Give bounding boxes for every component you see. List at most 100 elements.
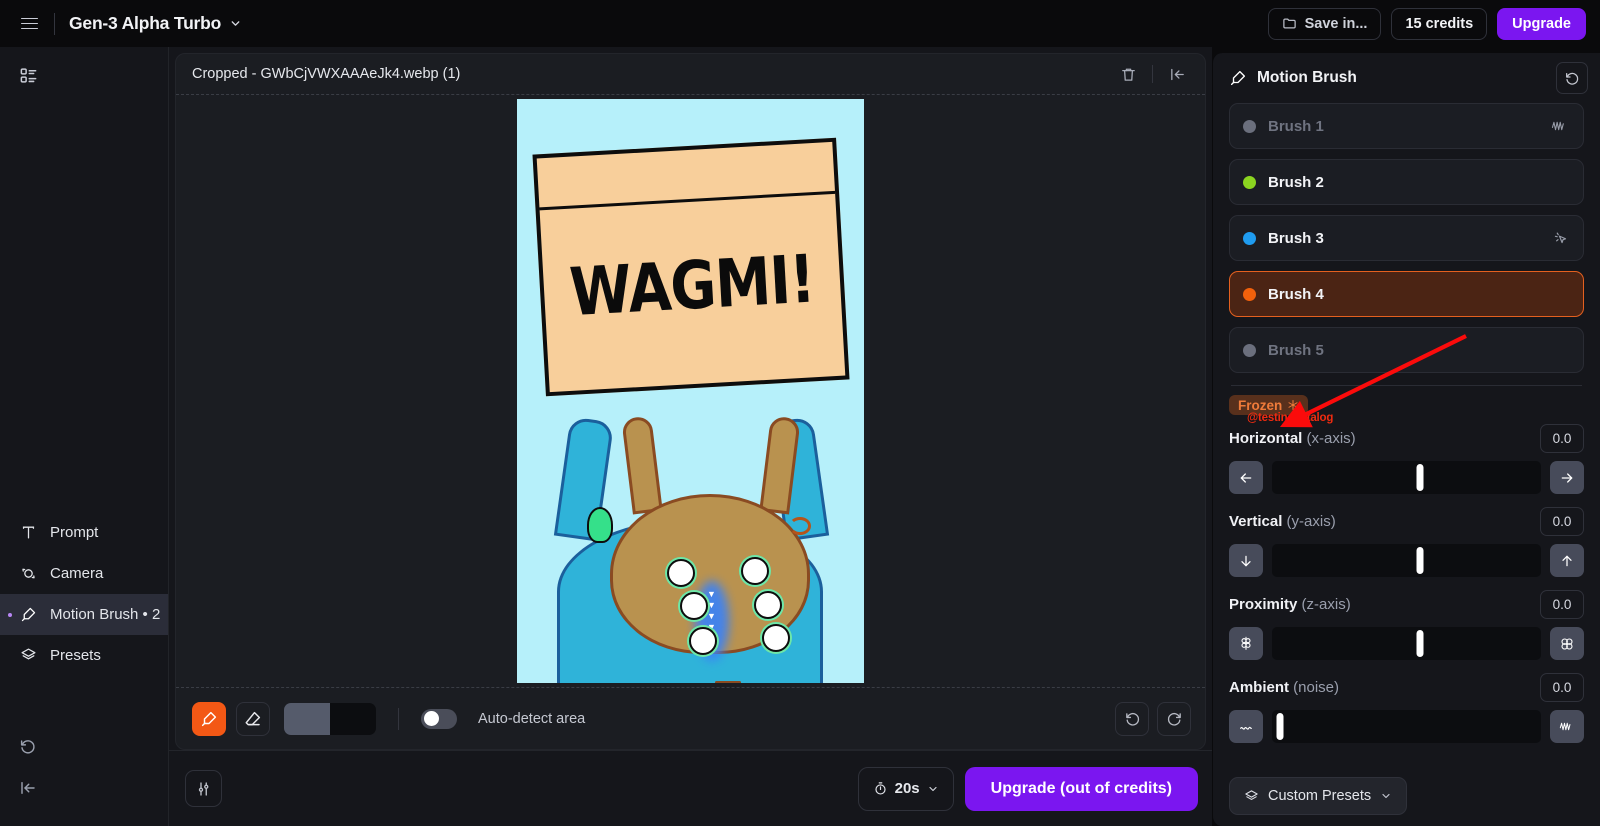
brush-mask-dot <box>754 591 782 619</box>
custom-presets-button[interactable]: Custom Presets <box>1229 777 1408 815</box>
sliders-icon[interactable] <box>185 770 222 807</box>
redo-icon[interactable] <box>1157 701 1191 736</box>
slider-track[interactable] <box>1272 544 1541 577</box>
trash-icon[interactable] <box>1114 60 1142 88</box>
slider-name: Vertical <box>1229 512 1283 530</box>
slider-horizontal: Horizontal (x-axis) 0.0 <box>1229 423 1584 494</box>
brush-color-dot <box>1243 119 1256 133</box>
sidebar-item-label: Prompt <box>50 524 99 541</box>
collapse-panel-icon[interactable] <box>1163 60 1191 88</box>
slider-value[interactable]: 0.0 <box>1540 506 1584 536</box>
slider-header: Vertical (y-axis) 0.0 <box>1229 506 1584 536</box>
sidebar-item-camera[interactable]: Camera <box>0 553 168 594</box>
slider-value[interactable]: 0.0 <box>1540 672 1584 702</box>
brush-row-5[interactable]: Brush 5 <box>1229 327 1584 373</box>
slider-row <box>1229 627 1584 660</box>
slider-track[interactable] <box>1272 627 1541 660</box>
center-column: Cropped - GWbCjVWXAAAeJk4.webp (1) ▼ ▼ ▼… <box>169 47 1212 826</box>
zoom-out-icon[interactable] <box>1229 627 1263 660</box>
canvas-panel: Cropped - GWbCjVWXAAAeJk4.webp (1) ▼ ▼ ▼… <box>175 53 1206 750</box>
motion-brush-panel: Motion Brush Brush 1 Brush 2 Brush 3 Bru… <box>1212 53 1600 826</box>
toolbar-history <box>1115 701 1191 736</box>
sidebar-item-motion-brush[interactable]: Motion Brush • 2 <box>0 594 168 635</box>
canvas-header-actions <box>1114 60 1191 88</box>
slider-track[interactable] <box>1272 710 1541 743</box>
slider-value[interactable]: 0.0 <box>1540 589 1584 619</box>
slider-thumb[interactable] <box>1416 547 1424 574</box>
slider-header: Horizontal (x-axis) 0.0 <box>1229 423 1584 453</box>
sidebar-item-label: Motion Brush • 2 <box>50 606 161 623</box>
slider-sub: (y-axis) <box>1286 512 1336 530</box>
model-selector[interactable]: Gen-3 Alpha Turbo <box>69 13 242 34</box>
slider-thumb[interactable] <box>1276 713 1284 740</box>
history-undo-icon[interactable] <box>12 730 44 762</box>
undo-icon[interactable] <box>1115 701 1149 736</box>
paint-brush-icon <box>1229 69 1247 87</box>
save-in-label: Save in... <box>1304 15 1368 32</box>
brush-size-fill <box>284 702 330 735</box>
collapse-left-icon[interactable] <box>12 772 44 804</box>
brush-size-slider[interactable] <box>284 702 376 735</box>
slider-thumb[interactable] <box>1416 464 1424 491</box>
custom-presets-label: Custom Presets <box>1268 788 1372 804</box>
brush-row-3[interactable]: Brush 3 <box>1229 215 1584 261</box>
waveform-icon[interactable] <box>1551 118 1570 134</box>
sign-board: WAGMI! <box>532 137 850 397</box>
save-in-button[interactable]: Save in... <box>1267 7 1382 40</box>
duration-label: 20s <box>894 780 920 797</box>
character-mouth <box>715 681 741 683</box>
eraser-tool-button[interactable] <box>236 701 270 736</box>
canvas-toolbar: Auto-detect area <box>176 687 1205 749</box>
source-image[interactable]: ▼▼▼▼▼▼ WAGMI! <box>517 99 864 683</box>
arrow-right-icon[interactable] <box>1550 461 1584 494</box>
brush-row-4[interactable]: Brush 4 <box>1229 271 1584 317</box>
brush-mask-dot <box>680 592 708 620</box>
brush-tool-button[interactable] <box>192 701 226 736</box>
ambient-icon[interactable] <box>1229 710 1263 743</box>
slider-value[interactable]: 0.0 <box>1540 423 1584 453</box>
slider-sub: (x-axis) <box>1306 429 1356 447</box>
left-sidebar: Prompt Camera Motion Brush • 2 Presets <box>0 47 169 826</box>
app-root: Gen-3 Alpha Turbo Save in... 15 credits … <box>0 0 1600 826</box>
slider-header: Ambient (noise) 0.0 <box>1229 672 1584 702</box>
slider-ambient: Ambient (noise) 0.0 <box>1229 672 1584 743</box>
sidebar-item-prompt[interactable]: Prompt <box>0 512 168 553</box>
model-name-label: Gen-3 Alpha Turbo <box>69 13 222 33</box>
zoom-in-icon[interactable] <box>1550 627 1584 660</box>
frozen-state: Frozen @testingcatalog <box>1229 395 1584 424</box>
upgrade-button[interactable]: Upgrade <box>1497 7 1586 40</box>
sidebar-item-presets[interactable]: Presets <box>0 635 168 676</box>
arrow-down-icon[interactable] <box>1229 544 1263 577</box>
cursor-click-icon[interactable] <box>1552 229 1570 247</box>
slider-row <box>1229 461 1584 494</box>
app-body: Prompt Camera Motion Brush • 2 Presets C… <box>0 47 1600 826</box>
panel-header: Motion Brush <box>1213 53 1600 103</box>
hamburger-icon[interactable] <box>12 7 46 41</box>
frozen-label: Frozen <box>1238 397 1283 413</box>
waveform-icon[interactable] <box>1550 710 1584 743</box>
brush-mask-green <box>587 507 613 543</box>
duration-button[interactable]: 20s <box>857 766 954 811</box>
auto-detect-toggle[interactable] <box>421 708 457 729</box>
active-dot-icon <box>8 612 12 617</box>
brush-color-dot <box>1243 343 1256 357</box>
canvas-stage[interactable]: ▼▼▼▼▼▼ WAGMI! <box>176 94 1205 687</box>
arrow-up-icon[interactable] <box>1550 544 1584 577</box>
bottom-bar-actions: 20s Upgrade (out of credits) <box>857 766 1198 811</box>
brush-row-1[interactable]: Brush 1 <box>1229 103 1584 149</box>
generate-button[interactable]: Upgrade (out of credits) <box>964 766 1198 811</box>
camera-orbit-icon <box>20 565 37 582</box>
arrow-left-icon[interactable] <box>1229 461 1263 494</box>
layout-list-icon[interactable] <box>12 59 44 91</box>
brush-color-dot <box>1243 175 1256 189</box>
brush-mask-dot <box>689 627 717 655</box>
watermark-label: @testingcatalog <box>1247 412 1334 424</box>
credits-button[interactable]: 15 credits <box>1391 7 1488 40</box>
brush-row-2[interactable]: Brush 2 <box>1229 159 1584 205</box>
brush-mask-orange <box>789 517 811 535</box>
slider-track[interactable] <box>1272 461 1541 494</box>
header-divider <box>1152 65 1153 83</box>
sidebar-bottom <box>12 730 44 814</box>
slider-thumb[interactable] <box>1416 630 1424 657</box>
reset-icon[interactable] <box>1556 62 1588 94</box>
